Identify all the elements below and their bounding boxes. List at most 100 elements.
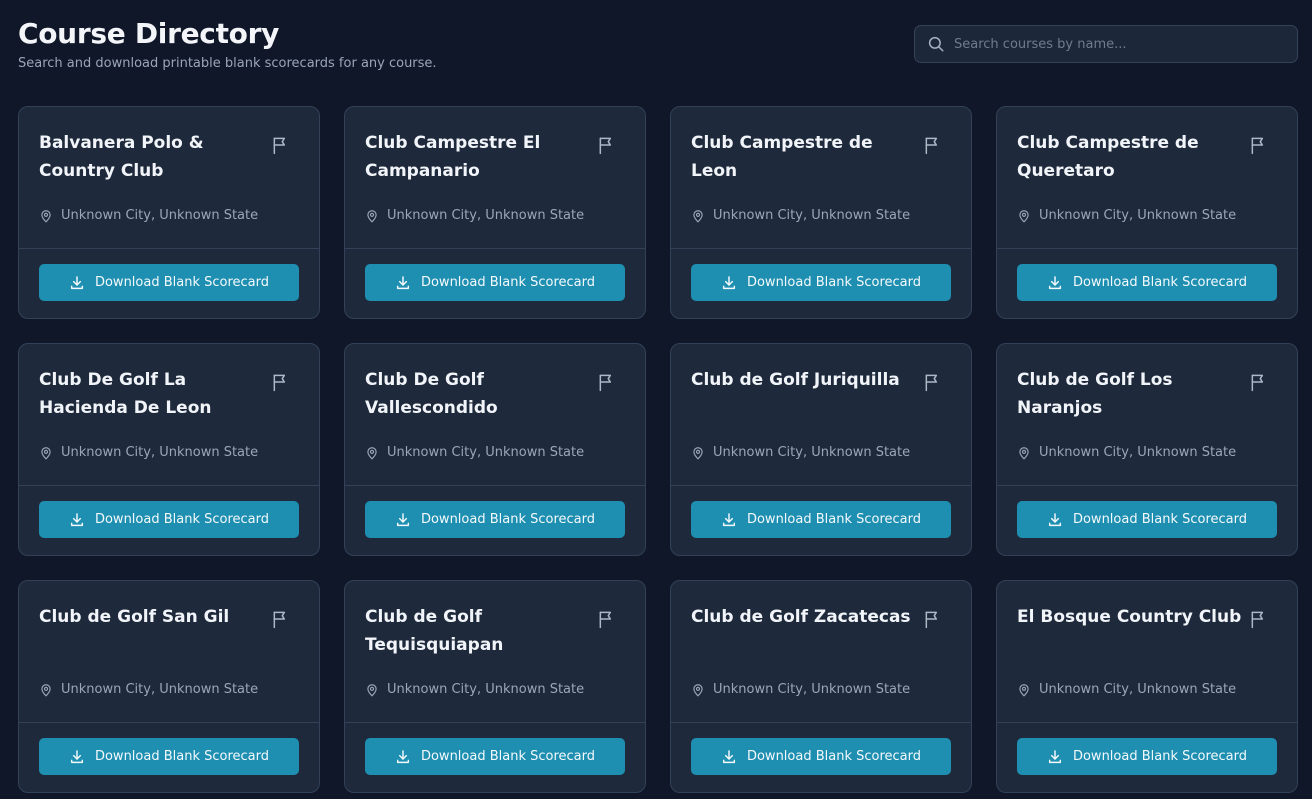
course-card: Balvanera Polo & Country Club Unknown Ci… <box>18 106 320 319</box>
course-name: Club De Golf Vallescondido <box>365 370 498 418</box>
course-name: Club de Golf Zacatecas <box>691 607 911 627</box>
download-scorecard-button[interactable]: Download Blank Scorecard <box>39 738 299 775</box>
download-button-label: Download Blank Scorecard <box>1072 275 1248 290</box>
map-pin-icon <box>1017 209 1039 223</box>
card-header: Club Campestre de Queretaro Unknown City… <box>997 107 1297 248</box>
flag-icon[interactable] <box>597 609 617 629</box>
map-pin-icon <box>691 209 713 223</box>
location-text: Unknown City, Unknown State <box>61 682 259 697</box>
course-location: Unknown City, Unknown State <box>365 208 584 223</box>
card-divider <box>19 248 319 249</box>
course-card: Club Campestre El Campanario Unknown Cit… <box>344 106 646 319</box>
download-button-label: Download Blank Scorecard <box>746 512 922 527</box>
flag-icon[interactable] <box>923 609 943 629</box>
download-scorecard-button[interactable]: Download Blank Scorecard <box>39 501 299 538</box>
map-pin-icon <box>365 209 387 223</box>
course-card: Club de Golf Tequisquiapan Unknown City,… <box>344 580 646 793</box>
card-divider <box>19 485 319 486</box>
location-text: Unknown City, Unknown State <box>713 208 911 223</box>
course-location: Unknown City, Unknown State <box>39 208 258 223</box>
course-card: Club de Golf San Gil Unknown City, Unkno… <box>18 580 320 793</box>
card-divider <box>997 722 1297 723</box>
map-pin-icon <box>39 683 61 697</box>
course-card: Club de Golf Juriquilla Unknown City, Un… <box>670 343 972 556</box>
download-button-label: Download Blank Scorecard <box>420 749 596 764</box>
map-pin-icon <box>1017 683 1039 697</box>
course-location: Unknown City, Unknown State <box>365 445 584 460</box>
download-button-label: Download Blank Scorecard <box>746 275 922 290</box>
location-text: Unknown City, Unknown State <box>1039 208 1237 223</box>
card-header: Club de Golf Juriquilla Unknown City, Un… <box>671 344 971 485</box>
flag-icon[interactable] <box>597 372 617 392</box>
flag-icon[interactable] <box>597 135 617 155</box>
card-divider <box>671 485 971 486</box>
download-scorecard-button[interactable]: Download Blank Scorecard <box>1017 738 1277 775</box>
flag-icon[interactable] <box>271 135 291 155</box>
card-divider <box>19 722 319 723</box>
card-header: Club de Golf Zacatecas Unknown City, Unk… <box>671 581 971 722</box>
map-pin-icon <box>365 683 387 697</box>
download-scorecard-button[interactable]: Download Blank Scorecard <box>1017 264 1277 301</box>
download-scorecard-button[interactable]: Download Blank Scorecard <box>1017 501 1277 538</box>
course-card: Club de Golf Zacatecas Unknown City, Unk… <box>670 580 972 793</box>
flag-icon[interactable] <box>271 372 291 392</box>
card-header: Club Campestre El Campanario Unknown Cit… <box>345 107 645 248</box>
course-location: Unknown City, Unknown State <box>1017 208 1236 223</box>
course-card: El Bosque Country Club Unknown City, Unk… <box>996 580 1298 793</box>
course-location: Unknown City, Unknown State <box>365 682 584 697</box>
download-scorecard-button[interactable]: Download Blank Scorecard <box>691 264 951 301</box>
course-name: Club Campestre de Leon <box>691 133 873 181</box>
map-pin-icon <box>1017 446 1039 460</box>
location-text: Unknown City, Unknown State <box>61 445 259 460</box>
download-scorecard-button[interactable]: Download Blank Scorecard <box>365 501 625 538</box>
download-scorecard-button[interactable]: Download Blank Scorecard <box>365 264 625 301</box>
card-header: Club de Golf Tequisquiapan Unknown City,… <box>345 581 645 722</box>
course-location: Unknown City, Unknown State <box>1017 445 1236 460</box>
flag-icon[interactable] <box>1249 372 1269 392</box>
course-name: Club de Golf Tequisquiapan <box>365 607 504 655</box>
header: Course Directory Search and download pri… <box>18 16 437 73</box>
download-icon <box>395 749 421 765</box>
course-name: Club Campestre El Campanario <box>365 133 541 181</box>
download-icon <box>1047 749 1073 765</box>
course-location: Unknown City, Unknown State <box>39 682 258 697</box>
download-icon <box>69 275 95 291</box>
course-name: Club de Golf San Gil <box>39 607 230 627</box>
page: Course Directory Search and download pri… <box>0 0 1312 799</box>
location-text: Unknown City, Unknown State <box>387 445 585 460</box>
card-header: Club Campestre de Leon Unknown City, Unk… <box>671 107 971 248</box>
course-name: Balvanera Polo & Country Club <box>39 133 204 181</box>
location-text: Unknown City, Unknown State <box>713 445 911 460</box>
download-button-label: Download Blank Scorecard <box>746 749 922 764</box>
course-card: Club Campestre de Leon Unknown City, Unk… <box>670 106 972 319</box>
card-divider <box>345 485 645 486</box>
card-header: Club De Golf Vallescondido Unknown City,… <box>345 344 645 485</box>
card-divider <box>345 248 645 249</box>
download-scorecard-button[interactable]: Download Blank Scorecard <box>39 264 299 301</box>
card-header: Club De Golf La Hacienda De Leon Unknown… <box>19 344 319 485</box>
flag-icon[interactable] <box>923 372 943 392</box>
download-scorecard-button[interactable]: Download Blank Scorecard <box>691 501 951 538</box>
search-box[interactable] <box>914 25 1298 63</box>
course-location: Unknown City, Unknown State <box>39 445 258 460</box>
map-pin-icon <box>365 446 387 460</box>
flag-icon[interactable] <box>923 135 943 155</box>
course-location: Unknown City, Unknown State <box>691 208 910 223</box>
flag-icon[interactable] <box>271 609 291 629</box>
flag-icon[interactable] <box>1249 135 1269 155</box>
download-icon <box>69 749 95 765</box>
course-card: Club De Golf Vallescondido Unknown City,… <box>344 343 646 556</box>
course-location: Unknown City, Unknown State <box>691 682 910 697</box>
search-input[interactable] <box>945 26 1297 62</box>
download-button-label: Download Blank Scorecard <box>1072 749 1248 764</box>
card-divider <box>671 248 971 249</box>
card-divider <box>671 722 971 723</box>
download-icon <box>1047 275 1073 291</box>
download-icon <box>395 275 421 291</box>
course-location: Unknown City, Unknown State <box>1017 682 1236 697</box>
download-scorecard-button[interactable]: Download Blank Scorecard <box>365 738 625 775</box>
location-text: Unknown City, Unknown State <box>1039 682 1237 697</box>
download-button-label: Download Blank Scorecard <box>420 275 596 290</box>
flag-icon[interactable] <box>1249 609 1269 629</box>
download-scorecard-button[interactable]: Download Blank Scorecard <box>691 738 951 775</box>
